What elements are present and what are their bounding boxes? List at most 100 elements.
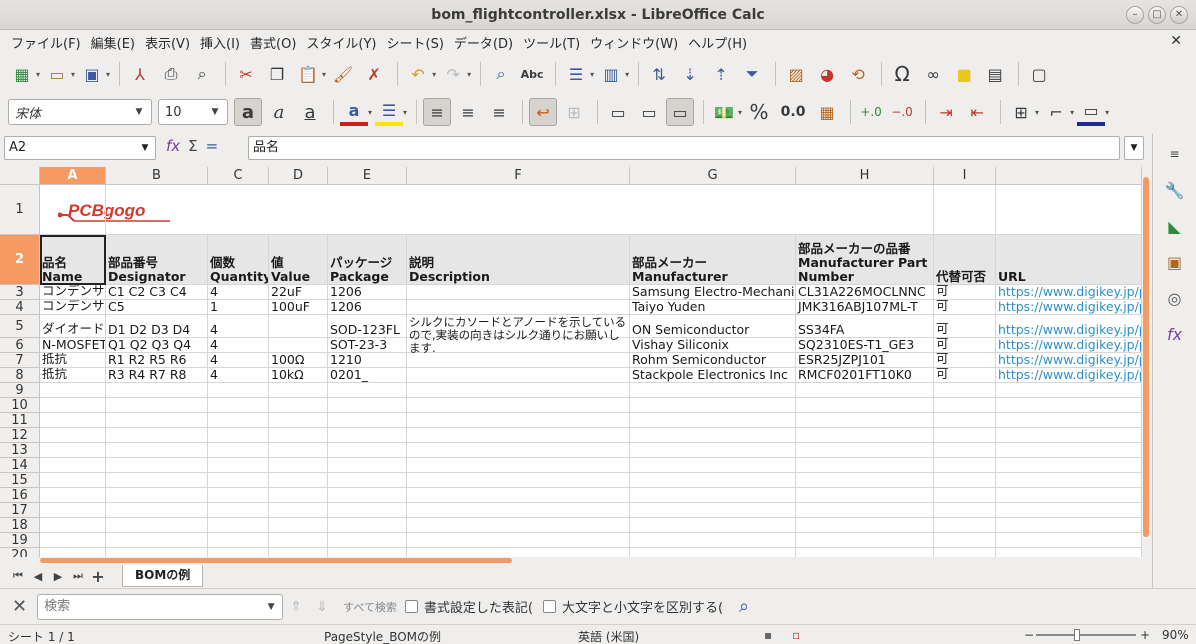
column-header-j[interactable] <box>996 167 1142 185</box>
row-header[interactable]: 13 <box>0 443 40 458</box>
row-header[interactable]: 20 <box>0 548 40 557</box>
sidebar-menu-icon[interactable]: ≡ <box>1161 140 1189 168</box>
empty-cell[interactable] <box>996 488 1142 503</box>
menu-window[interactable]: ウィンドウ(W) <box>585 33 683 52</box>
empty-cell[interactable] <box>934 548 996 557</box>
empty-cell[interactable] <box>106 383 208 398</box>
wrap-text-icon[interactable]: ↩ <box>529 98 558 126</box>
zoom-out-button[interactable]: − <box>1024 628 1034 642</box>
font-color-dropdown-icon[interactable]: ▾ <box>368 108 372 117</box>
formula-input[interactable]: 品名 <box>248 136 1120 160</box>
empty-cell[interactable] <box>40 533 106 548</box>
pivot-table-icon[interactable]: ⟲ <box>844 60 872 88</box>
data-cell[interactable]: CL31A226MOCLNNC <box>796 285 934 300</box>
currency-format-icon[interactable]: 💵 <box>710 98 738 126</box>
chevron-down-icon[interactable]: ▼ <box>260 595 282 619</box>
previous-sheet-icon[interactable]: ◀ <box>28 570 48 583</box>
comment-icon[interactable]: ■ <box>950 60 978 88</box>
data-cell[interactable]: 22uF <box>269 285 328 300</box>
data-cell[interactable]: 0201_ <box>328 368 407 383</box>
page-style[interactable]: PageStyle_BOMの例 <box>324 628 441 644</box>
empty-cell[interactable] <box>328 413 407 428</box>
empty-cell[interactable] <box>328 518 407 533</box>
save-dropdown-icon[interactable]: ▾ <box>106 70 110 79</box>
insert-chart-icon[interactable]: ◕ <box>813 60 841 88</box>
empty-cell[interactable] <box>407 398 630 413</box>
menu-format[interactable]: 書式(O) <box>245 33 301 52</box>
add-decimal-icon[interactable]: +.0 <box>857 98 885 126</box>
empty-cell[interactable] <box>407 503 630 518</box>
data-cell[interactable]: Samsung Electro-Mechanics <box>630 285 796 300</box>
empty-cell[interactable] <box>407 458 630 473</box>
data-cell[interactable] <box>269 338 328 353</box>
data-cell[interactable] <box>269 315 328 338</box>
header-cell-d[interactable]: 値 Value <box>269 235 328 285</box>
bold-icon[interactable]: a <box>234 98 262 126</box>
add-sheet-icon[interactable]: + <box>88 567 108 586</box>
empty-cell[interactable] <box>40 413 106 428</box>
row-header[interactable]: 4 <box>0 300 40 315</box>
column-header-a[interactable]: A <box>40 167 106 185</box>
align-top-icon[interactable]: ▭ <box>604 98 632 126</box>
chevron-down-icon[interactable]: ▼ <box>127 100 151 124</box>
hyperlink-icon[interactable]: ∞ <box>919 60 947 88</box>
menu-sheet[interactable]: シート(S) <box>382 33 449 52</box>
empty-cell[interactable] <box>106 413 208 428</box>
italic-icon[interactable]: a <box>265 98 293 126</box>
data-cell[interactable]: シルクにカソードとアノードを示しているので,実装の向きはシルク通りにお願いします… <box>407 315 630 355</box>
empty-cell[interactable] <box>630 518 796 533</box>
empty-cell[interactable] <box>934 503 996 518</box>
data-cell[interactable]: ESR25JZPJ101 <box>796 353 934 368</box>
number-format-icon[interactable]: 0.0 <box>776 98 810 126</box>
sort-icon[interactable]: ⇅ <box>645 60 673 88</box>
cell-logo-left[interactable] <box>40 185 106 235</box>
header-cell-g[interactable]: 部品メーカー Manufacturer <box>630 235 796 285</box>
row-header[interactable]: 16 <box>0 488 40 503</box>
menu-edit[interactable]: 編集(E) <box>86 33 140 52</box>
next-sheet-icon[interactable]: ▶ <box>48 570 68 583</box>
date-format-icon[interactable]: ▦ <box>813 98 841 126</box>
data-cell[interactable]: 抵抗 <box>40 353 106 368</box>
data-cell[interactable]: 4 <box>208 368 269 383</box>
match-case-checkbox[interactable]: 大文字と小文字を区別する( <box>542 597 723 616</box>
decrease-indent-icon[interactable]: ⇤ <box>963 98 991 126</box>
header-cell-b[interactable]: 部品番号 Designator <box>106 235 208 285</box>
data-cell[interactable]: 可 <box>934 368 996 383</box>
empty-cell[interactable] <box>934 383 996 398</box>
empty-cell[interactable] <box>407 473 630 488</box>
borders-dropdown-icon[interactable]: ▾ <box>1035 108 1039 117</box>
functions-icon[interactable]: fx <box>1161 320 1189 348</box>
autofilter-icon[interactable]: ⏷ <box>738 60 766 88</box>
redo-icon[interactable]: ↷ <box>439 60 467 88</box>
zoom-slider[interactable] <box>1036 634 1136 636</box>
empty-cell[interactable] <box>40 548 106 557</box>
column-header-b[interactable]: B <box>106 167 208 185</box>
header-cell-h[interactable]: 部品メーカーの品番 Manufacturer Part Number <box>796 235 934 285</box>
empty-cell[interactable] <box>407 488 630 503</box>
url-link[interactable]: https://www.digikey.jp/pr <box>996 338 1142 353</box>
data-cell[interactable]: SS34FA <box>796 315 934 338</box>
align-middle-icon[interactable]: ▭ <box>635 98 663 126</box>
empty-cell[interactable] <box>40 488 106 503</box>
data-cell[interactable]: D1 D2 D3 D4 <box>106 315 208 338</box>
data-cell[interactable]: 可 <box>934 353 996 368</box>
menu-file[interactable]: ファイル(F) <box>6 33 86 52</box>
font-color-icon[interactable]: a <box>340 98 368 126</box>
empty-cell[interactable] <box>328 473 407 488</box>
empty-cell[interactable] <box>796 458 934 473</box>
find-replace-icon[interactable]: ⌕ <box>739 596 749 617</box>
empty-cell[interactable] <box>269 458 328 473</box>
column-header-h[interactable]: H <box>796 167 934 185</box>
data-cell[interactable]: 可 <box>934 338 996 353</box>
cut-icon[interactable]: ✂ <box>232 60 260 88</box>
highlight-color-icon[interactable]: ☰ <box>375 98 404 126</box>
spreadsheet-grid[interactable]: PCBgogo A B C D E F G H I 1 2 3 4 5 6 7 8 9 10 11 12 13 14 15 16… <box>0 167 1142 557</box>
empty-cell[interactable] <box>208 473 269 488</box>
empty-cell[interactable] <box>934 458 996 473</box>
empty-cell[interactable] <box>996 533 1142 548</box>
close-window-button[interactable]: ✕ <box>1170 6 1188 24</box>
empty-cell[interactable] <box>40 458 106 473</box>
empty-cell[interactable] <box>407 518 630 533</box>
row-header[interactable]: 17 <box>0 503 40 518</box>
empty-cell[interactable] <box>208 443 269 458</box>
